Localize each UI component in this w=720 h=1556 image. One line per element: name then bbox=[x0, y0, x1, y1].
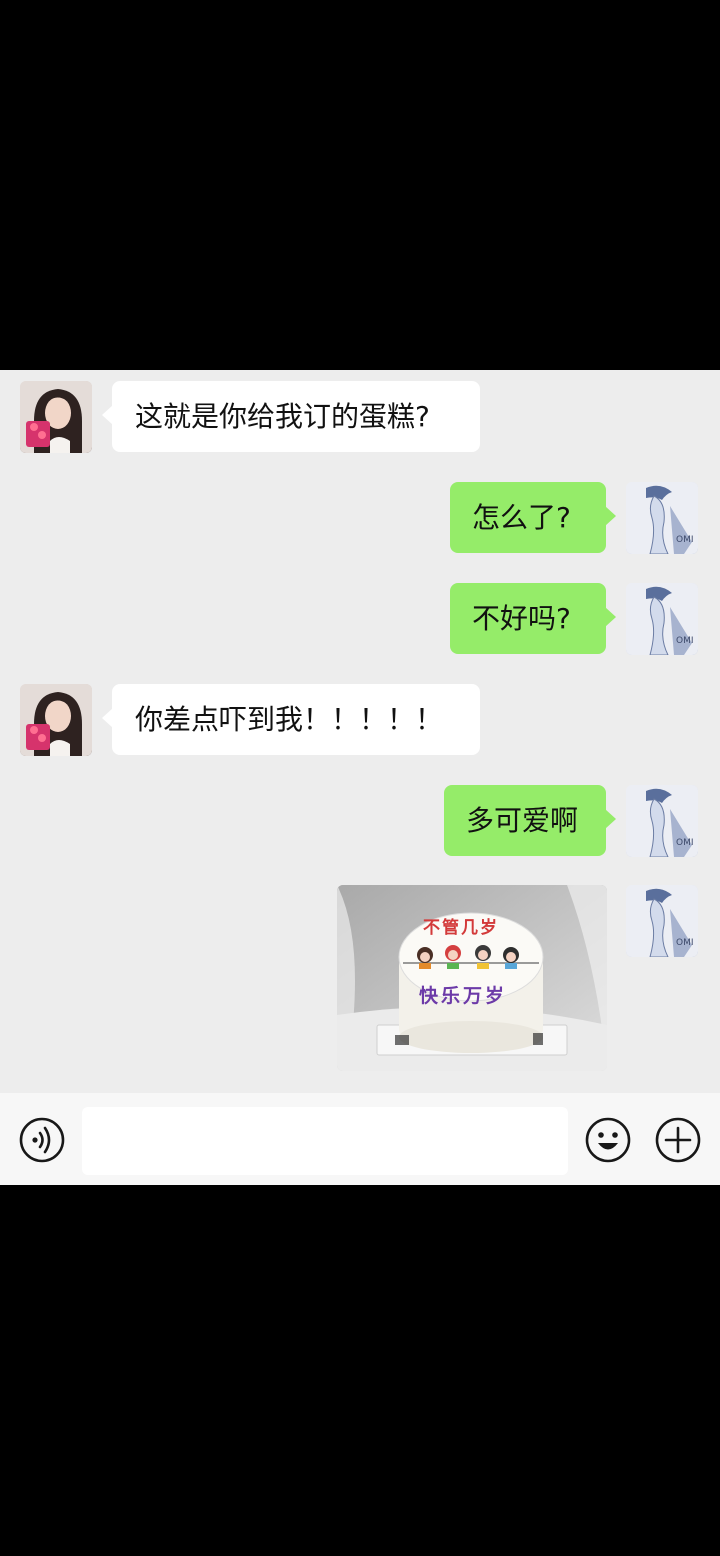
my-avatar[interactable]: OMI bbox=[626, 885, 698, 957]
chat-area[interactable]: 这就是你给我订的蛋糕? 怎么了? OMI 不好吗? OMI 你差点吓到我！！！！… bbox=[0, 370, 720, 1093]
anime-avatar-image: OMI bbox=[626, 785, 698, 857]
message-text: 怎么了? bbox=[472, 501, 571, 534]
voice-button[interactable] bbox=[18, 1116, 66, 1164]
svg-text:OMI: OMI bbox=[676, 938, 694, 948]
message-input[interactable] bbox=[82, 1107, 568, 1175]
anime-avatar-image: OMI bbox=[626, 583, 698, 655]
contact-avatar[interactable] bbox=[20, 684, 92, 756]
message-text: 不好吗? bbox=[472, 602, 571, 635]
girl-avatar-image bbox=[20, 684, 92, 756]
message-text: 这就是你给我订的蛋糕? bbox=[135, 400, 430, 433]
message-bubble-incoming[interactable]: 你差点吓到我！！！！！ bbox=[102, 684, 480, 755]
my-avatar[interactable]: OMI bbox=[626, 583, 698, 655]
anime-avatar-image: OMI bbox=[626, 482, 698, 554]
emoji-icon bbox=[585, 1117, 631, 1163]
svg-text:OMI: OMI bbox=[676, 636, 694, 646]
message-text: 多可爱啊 bbox=[466, 804, 579, 837]
cake-bottom-text: 快乐万岁 bbox=[419, 985, 508, 1007]
emoji-button[interactable] bbox=[584, 1116, 632, 1164]
my-avatar[interactable]: OMI bbox=[626, 785, 698, 857]
message-bubble-outgoing[interactable]: 多可爱啊 bbox=[444, 785, 616, 856]
contact-avatar[interactable] bbox=[20, 381, 92, 453]
girl-avatar-image bbox=[20, 381, 92, 453]
my-avatar[interactable]: OMI bbox=[626, 482, 698, 554]
more-button[interactable] bbox=[654, 1116, 702, 1164]
message-bubble-outgoing[interactable]: 不好吗? bbox=[450, 583, 616, 654]
message-text: 你差点吓到我！！！！！ bbox=[135, 703, 444, 736]
voice-icon bbox=[19, 1117, 65, 1163]
plus-icon bbox=[655, 1117, 701, 1163]
anime-avatar-image: OMI bbox=[626, 885, 698, 957]
input-bar bbox=[0, 1093, 720, 1185]
cake-top-text: 不管几岁 bbox=[423, 918, 499, 938]
message-bubble-incoming[interactable]: 这就是你给我订的蛋糕? bbox=[102, 381, 480, 452]
svg-text:OMI: OMI bbox=[676, 838, 694, 848]
message-bubble-outgoing[interactable]: 怎么了? bbox=[450, 482, 616, 553]
cake-photo-message[interactable]: 不管几岁 快乐万岁 bbox=[337, 885, 607, 1071]
svg-text:OMI: OMI bbox=[676, 535, 694, 545]
